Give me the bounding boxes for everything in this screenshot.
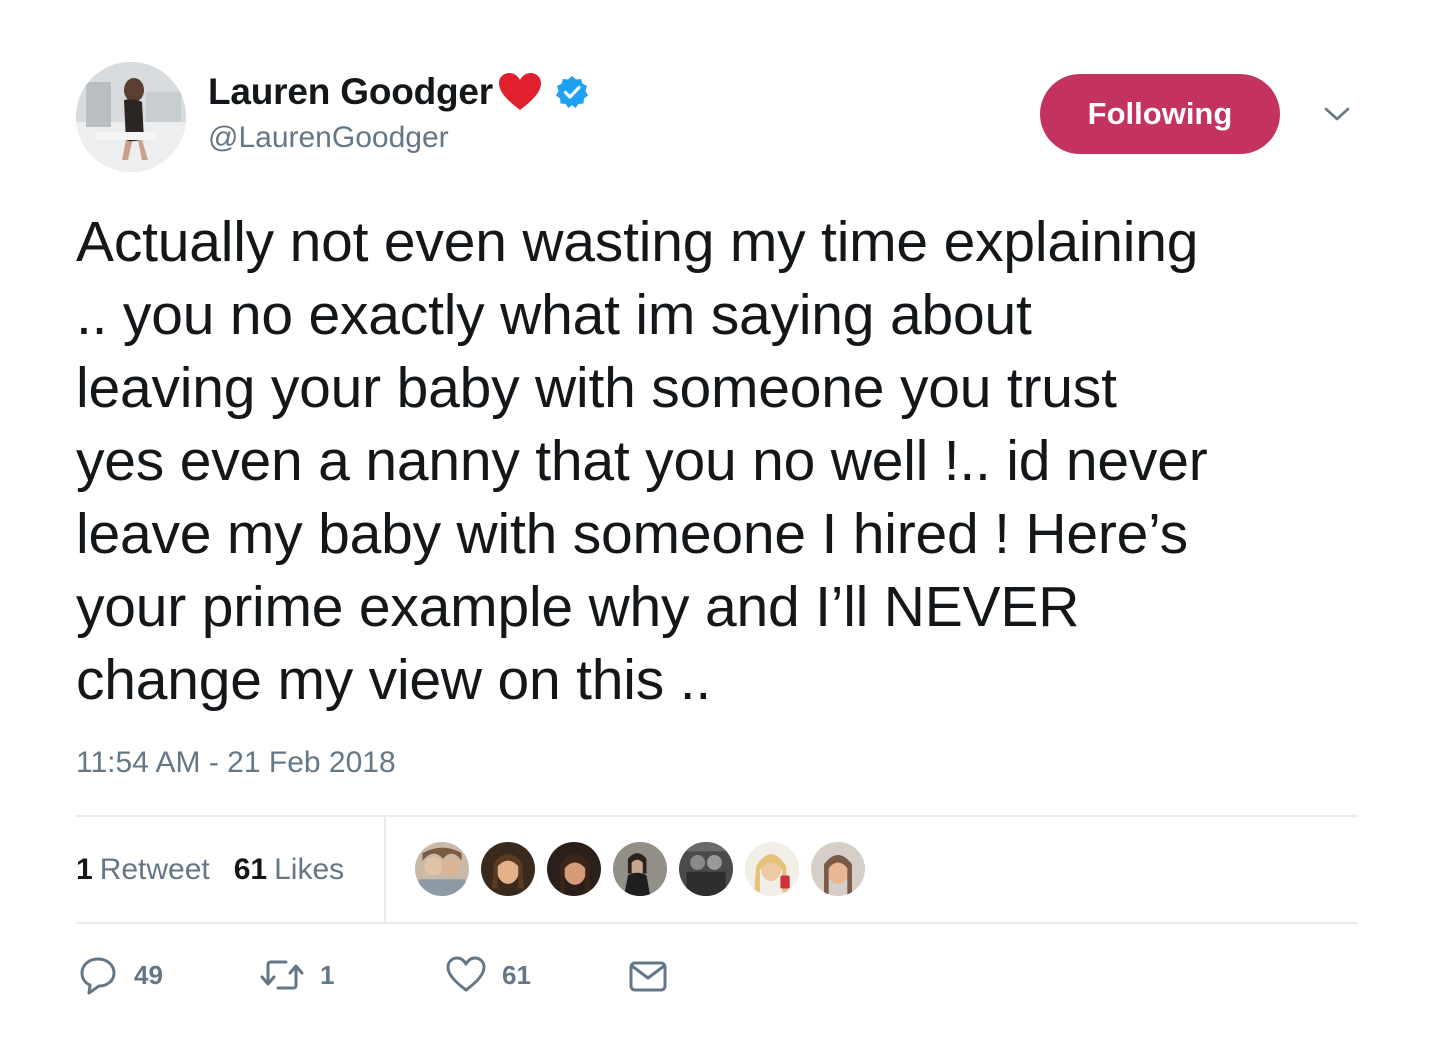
reply-count: 49 bbox=[134, 959, 163, 990]
retweets-label: Retweet bbox=[99, 853, 210, 886]
tweet-text-line: leave my baby with someone I hired ! Her… bbox=[76, 502, 1188, 566]
verified-badge-icon bbox=[555, 75, 589, 109]
tweet-text-line: change my view on this .. bbox=[76, 648, 711, 712]
profile-photo bbox=[76, 62, 186, 172]
liker-avatar[interactable] bbox=[413, 840, 471, 898]
tweet-text: Actually not even wasting my time explai… bbox=[76, 206, 1376, 717]
retweet-action[interactable]: 1 bbox=[258, 950, 334, 1000]
message-action[interactable] bbox=[628, 950, 668, 1000]
envelope-icon bbox=[629, 961, 667, 992]
liker-avatar[interactable] bbox=[677, 840, 735, 898]
like-count: 61 bbox=[502, 959, 531, 990]
retweets-stat[interactable]: 1 Retweet bbox=[76, 853, 210, 887]
reply-icon bbox=[80, 957, 116, 995]
tweet-stats: 1 Retweet 61 Likes bbox=[76, 850, 368, 890]
name-row: Lauren Goodger bbox=[208, 70, 589, 114]
liker-avatar[interactable] bbox=[611, 840, 669, 898]
tweet-text-line: leaving your baby with someone you trust bbox=[76, 356, 1117, 420]
user-handle[interactable]: @LaurenGoodger bbox=[208, 121, 449, 155]
tweet-card: Lauren Goodger @LaurenGoodger Following … bbox=[0, 0, 1440, 1051]
retweet-count: 1 bbox=[320, 959, 335, 990]
tweet-text-line: yes even a nanny that you no well !.. id… bbox=[76, 429, 1208, 493]
tweet-text-line: .. you no exactly what im saying about bbox=[76, 283, 1032, 347]
stats-separator bbox=[384, 815, 386, 924]
liker-avatar[interactable] bbox=[809, 840, 867, 898]
reply-action[interactable]: 49 bbox=[76, 950, 163, 1000]
liker-avatar[interactable] bbox=[479, 840, 537, 898]
like-action[interactable]: 61 bbox=[444, 950, 531, 1000]
profile-avatar[interactable] bbox=[76, 62, 186, 172]
likes-stat[interactable]: 61 Likes bbox=[234, 853, 344, 887]
retweets-count: 1 bbox=[76, 853, 93, 886]
likes-count: 61 bbox=[233, 853, 268, 886]
tweet-timestamp[interactable]: 11:54 AM - 21 Feb 2018 bbox=[76, 746, 396, 780]
chevron-down-icon[interactable] bbox=[1322, 102, 1352, 126]
tweet-text-line: your prime example why and I’ll NEVER bbox=[76, 575, 1080, 639]
red-heart-icon bbox=[497, 72, 543, 112]
liker-avatar[interactable] bbox=[545, 840, 603, 898]
divider bbox=[76, 922, 1358, 924]
likes-label: Likes bbox=[274, 853, 345, 886]
display-name[interactable]: Lauren Goodger bbox=[208, 71, 493, 113]
following-button[interactable]: Following bbox=[1040, 74, 1280, 154]
tweet-text-line: Actually not even wasting my time explai… bbox=[76, 210, 1199, 274]
divider bbox=[76, 815, 1358, 817]
retweet-icon bbox=[260, 960, 304, 990]
liker-avatar[interactable] bbox=[743, 840, 801, 898]
heart-icon bbox=[446, 956, 486, 992]
